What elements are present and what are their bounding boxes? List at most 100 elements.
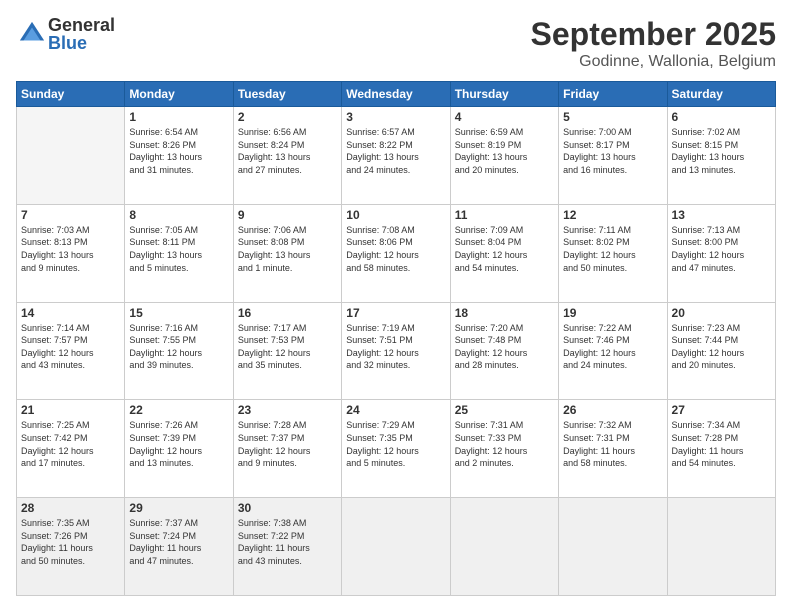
- day-number: 14: [21, 306, 120, 320]
- day-number: 5: [563, 110, 662, 124]
- day-number: 7: [21, 208, 120, 222]
- day-info: Sunrise: 6:56 AMSunset: 8:24 PMDaylight:…: [238, 126, 337, 176]
- day-number: 18: [455, 306, 554, 320]
- day-number: 30: [238, 501, 337, 515]
- calendar-cell: 5 Sunrise: 7:00 AMSunset: 8:17 PMDaylight…: [559, 107, 667, 205]
- calendar-cell: 15Sunrise: 7:16 AMSunset: 7:55 PMDayligh…: [125, 302, 233, 400]
- logo-blue: Blue: [48, 34, 115, 52]
- calendar-cell: 4 Sunrise: 6:59 AMSunset: 8:19 PMDaylight…: [450, 107, 558, 205]
- day-number: 25: [455, 403, 554, 417]
- calendar-cell: 12 Sunrise: 7:11 AMSunset: 8:02 PMDayligh…: [559, 204, 667, 302]
- day-info: Sunrise: 6:57 AMSunset: 8:22 PMDaylight:…: [346, 126, 445, 176]
- calendar-cell: 6 Sunrise: 7:02 AMSunset: 8:15 PMDaylight…: [667, 107, 775, 205]
- day-info: Sunrise: 7:09 AMSunset: 8:04 PMDaylight:…: [455, 224, 554, 274]
- day-info: Sunrise: 7:19 AMSunset: 7:51 PMDaylight:…: [346, 322, 445, 372]
- calendar-week-4: 21Sunrise: 7:25 AMSunset: 7:42 PMDayligh…: [17, 400, 776, 498]
- day-info: Sunrise: 6:54 AMSunset: 8:26 PMDaylight:…: [129, 126, 228, 176]
- weekday-header-friday: Friday: [559, 82, 667, 107]
- calendar-week-2: 7 Sunrise: 7:03 AMSunset: 8:13 PMDaylight…: [17, 204, 776, 302]
- day-info: Sunrise: 7:17 AMSunset: 7:53 PMDaylight:…: [238, 322, 337, 372]
- day-number: 19: [563, 306, 662, 320]
- day-number: 10: [346, 208, 445, 222]
- location-subtitle: Godinne, Wallonia, Belgium: [531, 53, 776, 71]
- calendar-cell: 25 Sunrise: 7:31 AMSunset: 7:33 PMDayligh…: [450, 400, 558, 498]
- weekday-header-tuesday: Tuesday: [233, 82, 341, 107]
- calendar-cell: 11 Sunrise: 7:09 AMSunset: 8:04 PMDayligh…: [450, 204, 558, 302]
- day-number: 11: [455, 208, 554, 222]
- calendar-week-1: 1Sunrise: 6:54 AMSunset: 8:26 PMDaylight…: [17, 107, 776, 205]
- day-info: Sunrise: 7:35 AMSunset: 7:26 PMDaylight:…: [21, 517, 120, 567]
- day-info: Sunrise: 7:32 AMSunset: 7:31 PMDaylight:…: [563, 419, 662, 469]
- calendar-cell: 26 Sunrise: 7:32 AMSunset: 7:31 PMDayligh…: [559, 400, 667, 498]
- day-number: 28: [21, 501, 120, 515]
- day-info: Sunrise: 7:02 AMSunset: 8:15 PMDaylight:…: [672, 126, 771, 176]
- day-info: Sunrise: 6:59 AMSunset: 8:19 PMDaylight:…: [455, 126, 554, 176]
- day-number: 15: [129, 306, 228, 320]
- calendar-cell: 27Sunrise: 7:34 AMSunset: 7:28 PMDayligh…: [667, 400, 775, 498]
- day-info: Sunrise: 7:34 AMSunset: 7:28 PMDaylight:…: [672, 419, 771, 469]
- calendar-week-3: 14 Sunrise: 7:14 AMSunset: 7:57 PMDayligh…: [17, 302, 776, 400]
- calendar-cell: 24Sunrise: 7:29 AMSunset: 7:35 PMDayligh…: [342, 400, 450, 498]
- day-info: Sunrise: 7:13 AMSunset: 8:00 PMDaylight:…: [672, 224, 771, 274]
- calendar-cell: [559, 498, 667, 596]
- day-info: Sunrise: 7:37 AMSunset: 7:24 PMDaylight:…: [129, 517, 228, 567]
- day-number: 8: [129, 208, 228, 222]
- day-number: 6: [672, 110, 771, 124]
- calendar-cell: [667, 498, 775, 596]
- calendar-cell: 17 Sunrise: 7:19 AMSunset: 7:51 PMDayligh…: [342, 302, 450, 400]
- logo-icon: [18, 20, 46, 48]
- day-number: 12: [563, 208, 662, 222]
- day-info: Sunrise: 7:29 AMSunset: 7:35 PMDaylight:…: [346, 419, 445, 469]
- logo-general: General: [48, 16, 115, 34]
- calendar-cell: 29 Sunrise: 7:37 AMSunset: 7:24 PMDayligh…: [125, 498, 233, 596]
- day-number: 26: [563, 403, 662, 417]
- calendar-cell: 13 Sunrise: 7:13 AMSunset: 8:00 PMDayligh…: [667, 204, 775, 302]
- day-info: Sunrise: 7:22 AMSunset: 7:46 PMDaylight:…: [563, 322, 662, 372]
- day-number: 29: [129, 501, 228, 515]
- calendar-cell: 16 Sunrise: 7:17 AMSunset: 7:53 PMDayligh…: [233, 302, 341, 400]
- calendar-cell: 18 Sunrise: 7:20 AMSunset: 7:48 PMDayligh…: [450, 302, 558, 400]
- calendar-week-5: 28 Sunrise: 7:35 AMSunset: 7:26 PMDayligh…: [17, 498, 776, 596]
- day-number: 13: [672, 208, 771, 222]
- weekday-header-row: SundayMondayTuesdayWednesdayThursdayFrid…: [17, 82, 776, 107]
- day-info: Sunrise: 7:20 AMSunset: 7:48 PMDaylight:…: [455, 322, 554, 372]
- day-number: 23: [238, 403, 337, 417]
- calendar-cell: 22 Sunrise: 7:26 AMSunset: 7:39 PMDayligh…: [125, 400, 233, 498]
- calendar-cell: 14 Sunrise: 7:14 AMSunset: 7:57 PMDayligh…: [17, 302, 125, 400]
- day-info: Sunrise: 7:26 AMSunset: 7:39 PMDaylight:…: [129, 419, 228, 469]
- calendar-cell: 8 Sunrise: 7:05 AMSunset: 8:11 PMDaylight…: [125, 204, 233, 302]
- day-info: Sunrise: 7:11 AMSunset: 8:02 PMDaylight:…: [563, 224, 662, 274]
- day-info: Sunrise: 7:38 AMSunset: 7:22 PMDaylight:…: [238, 517, 337, 567]
- day-info: Sunrise: 7:05 AMSunset: 8:11 PMDaylight:…: [129, 224, 228, 274]
- day-number: 4: [455, 110, 554, 124]
- day-info: Sunrise: 7:14 AMSunset: 7:57 PMDaylight:…: [21, 322, 120, 372]
- calendar-cell: 2Sunrise: 6:56 AMSunset: 8:24 PMDaylight…: [233, 107, 341, 205]
- day-info: Sunrise: 7:03 AMSunset: 8:13 PMDaylight:…: [21, 224, 120, 274]
- weekday-header-wednesday: Wednesday: [342, 82, 450, 107]
- title-section: September 2025 Godinne, Wallonia, Belgiu…: [531, 16, 776, 71]
- day-info: Sunrise: 7:23 AMSunset: 7:44 PMDaylight:…: [672, 322, 771, 372]
- day-number: 22: [129, 403, 228, 417]
- calendar-cell: 20 Sunrise: 7:23 AMSunset: 7:44 PMDayligh…: [667, 302, 775, 400]
- calendar-cell: 7 Sunrise: 7:03 AMSunset: 8:13 PMDaylight…: [17, 204, 125, 302]
- weekday-header-monday: Monday: [125, 82, 233, 107]
- day-info: Sunrise: 7:08 AMSunset: 8:06 PMDaylight:…: [346, 224, 445, 274]
- day-info: Sunrise: 7:31 AMSunset: 7:33 PMDaylight:…: [455, 419, 554, 469]
- calendar-cell: [342, 498, 450, 596]
- calendar-cell: 30 Sunrise: 7:38 AMSunset: 7:22 PMDayligh…: [233, 498, 341, 596]
- calendar-cell: 19 Sunrise: 7:22 AMSunset: 7:46 PMDayligh…: [559, 302, 667, 400]
- calendar-cell: 3Sunrise: 6:57 AMSunset: 8:22 PMDaylight…: [342, 107, 450, 205]
- calendar-cell: 10 Sunrise: 7:08 AMSunset: 8:06 PMDayligh…: [342, 204, 450, 302]
- calendar-cell: 23Sunrise: 7:28 AMSunset: 7:37 PMDayligh…: [233, 400, 341, 498]
- day-info: Sunrise: 7:06 AMSunset: 8:08 PMDaylight:…: [238, 224, 337, 274]
- day-info: Sunrise: 7:00 AMSunset: 8:17 PMDaylight:…: [563, 126, 662, 176]
- day-number: 17: [346, 306, 445, 320]
- day-number: 16: [238, 306, 337, 320]
- day-number: 20: [672, 306, 771, 320]
- page: General Blue September 2025 Godinne, Wal…: [0, 0, 792, 612]
- month-title: September 2025: [531, 16, 776, 53]
- day-number: 21: [21, 403, 120, 417]
- day-number: 9: [238, 208, 337, 222]
- calendar-cell: [450, 498, 558, 596]
- weekday-header-thursday: Thursday: [450, 82, 558, 107]
